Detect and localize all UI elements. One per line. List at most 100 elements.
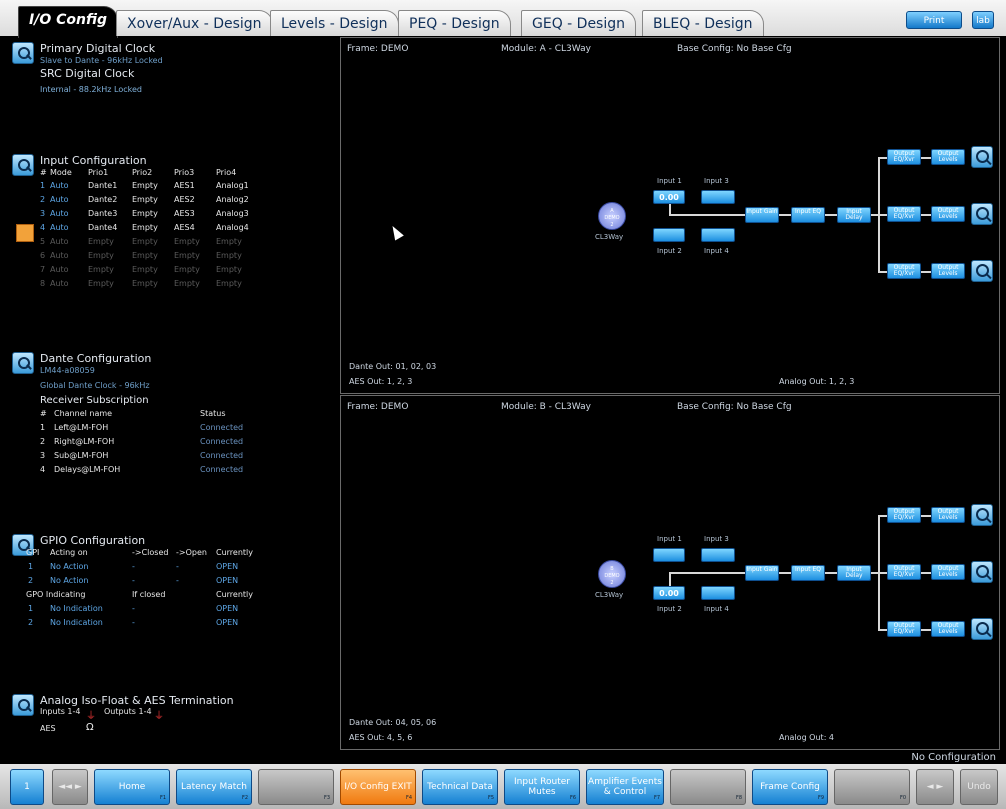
input-gain-block[interactable]: Input Gain — [745, 207, 779, 223]
output-zoom-icon[interactable] — [971, 618, 993, 640]
technical-data-button[interactable]: Technical Data F5 — [422, 769, 498, 805]
input-config-zoom-icon[interactable] — [12, 154, 34, 176]
inputs-ground-icon[interactable]: ⏚ — [86, 707, 96, 722]
input3-block[interactable] — [701, 190, 735, 204]
io-config-exit-button[interactable]: I/O Config EXIT F4 — [340, 769, 416, 805]
input-router-mutes-button[interactable]: Input Router Mutes F6 — [504, 769, 580, 805]
module-circle-text: DEMO — [604, 573, 620, 579]
input-config-cell: Dante4 — [88, 223, 118, 232]
analog-zoom-icon[interactable] — [12, 694, 34, 716]
output-eq-block[interactable]: Output EQ/Xvr — [887, 564, 921, 580]
f3-button[interactable]: F3 — [258, 769, 334, 805]
nav-arrows-button[interactable]: ◄◄ ► — [52, 769, 88, 805]
step-arrows-button[interactable]: ◄ ► — [916, 769, 954, 805]
input4-block[interactable] — [701, 586, 735, 600]
input-gain-block[interactable]: Input Gain — [745, 565, 779, 581]
input3-label: Input 3 — [704, 177, 729, 185]
gpi-cell: No Action — [50, 576, 89, 585]
output-eq-block[interactable]: Output EQ/Xvr — [887, 263, 921, 279]
module-panel-a[interactable]: Frame: DEMO Module: A - CL3Way Base Config… — [340, 37, 1000, 394]
output-eq-block[interactable]: Output EQ/Xvr — [887, 149, 921, 165]
output-levels-block[interactable]: Output Levels — [931, 621, 965, 637]
dante-zoom-icon[interactable] — [12, 352, 34, 374]
input-config-cell: Analog1 — [216, 181, 249, 190]
tab-geq-design[interactable]: GEQ - Design — [521, 10, 637, 36]
input-config-cell: Dante1 — [88, 181, 118, 190]
gpo-cell: 2 — [28, 618, 34, 627]
f8-button[interactable]: F8 — [670, 769, 746, 805]
input1-block[interactable] — [653, 548, 685, 562]
output-levels-block[interactable]: Output Levels — [931, 564, 965, 580]
tab-io-config[interactable]: I/O Config — [18, 6, 118, 38]
input-delay-block[interactable]: Input Delay — [837, 565, 871, 581]
button-label: Amplifier Events & Control — [588, 777, 662, 797]
clock-title: Primary Digital Clock — [40, 42, 156, 55]
dante-channel-cell: 2 — [40, 437, 46, 446]
dante-channel-cell: 4 — [40, 465, 46, 474]
input-config-selected-indicator[interactable] — [16, 224, 34, 242]
tab-peq-design[interactable]: PEQ - Design — [398, 10, 511, 36]
output-eq-block[interactable]: Output EQ/Xvr — [887, 507, 921, 523]
input-delay-block[interactable]: Input Delay — [837, 207, 871, 223]
module-type-caption: CL3Way — [595, 591, 624, 599]
output-levels-block[interactable]: Output Levels — [931, 149, 965, 165]
output-eq-block[interactable]: Output EQ/Xvr — [887, 206, 921, 222]
input-config-cell: Auto — [50, 195, 69, 204]
input4-label: Input 4 — [704, 605, 729, 613]
undo-button[interactable]: Undo — [960, 769, 998, 805]
gpi-cell: OPEN — [216, 576, 239, 585]
output-levels-block[interactable]: Output Levels — [931, 507, 965, 523]
gpo-cell: 1 — [28, 604, 34, 613]
input-config-cell: Empty — [216, 251, 242, 260]
output-zoom-icon[interactable] — [971, 260, 993, 282]
aes-termination-icon[interactable]: Ω — [86, 722, 94, 733]
outputs-ground-icon[interactable]: ⏚ — [154, 707, 164, 722]
input-config-cell: AES1 — [174, 181, 195, 190]
receiver-subscription-title: Receiver Subscription — [40, 395, 149, 406]
amplifier-events-control-button[interactable]: Amplifier Events & Control F7 — [586, 769, 664, 805]
f0-button[interactable]: F0 — [834, 769, 910, 805]
home-button[interactable]: Home F1 — [94, 769, 170, 805]
base-config-label: Base Config: No Base Cfg — [677, 44, 792, 54]
function-key-bar: 1 ◄◄ ► Home F1 Latency Match F2 F3 I/O Config E… — [0, 764, 1006, 809]
tab-bleq-design[interactable]: BLEQ - Design — [642, 10, 764, 36]
input4-block[interactable] — [701, 228, 735, 242]
button-label: Technical Data — [427, 782, 493, 792]
module-circle-icon[interactable]: A DEMO 2 — [598, 202, 626, 230]
print-button[interactable]: Print — [906, 11, 962, 29]
output-levels-block[interactable]: Output Levels — [931, 206, 965, 222]
lab-logo-button[interactable]: lab — [972, 11, 994, 29]
output-zoom-icon[interactable] — [971, 146, 993, 168]
output-zoom-icon[interactable] — [971, 504, 993, 526]
input2-block[interactable]: 0.00 — [653, 586, 685, 600]
output-eq-block[interactable]: Output EQ/Xvr — [887, 621, 921, 637]
input-eq-block[interactable]: Input EQ — [791, 565, 825, 581]
tab-levels-design[interactable]: Levels - Design — [270, 10, 399, 36]
input1-block[interactable]: 0.00 — [653, 190, 685, 204]
output-zoom-icon[interactable] — [971, 561, 993, 583]
module-panel-b[interactable]: Frame: DEMO Module: B - CL3Way Base Config… — [340, 395, 1000, 750]
module-type-caption: CL3Way — [595, 233, 624, 241]
latency-match-button[interactable]: Latency Match F2 — [176, 769, 252, 805]
output-levels-block[interactable]: Output Levels — [931, 263, 965, 279]
page-up-button[interactable]: 1 — [10, 769, 44, 805]
button-label: Undo — [967, 782, 991, 792]
signal-line — [669, 572, 671, 586]
input-eq-block[interactable]: Input EQ — [791, 207, 825, 223]
input-config-cell: Empty — [132, 279, 158, 288]
input-config-cell: 5 — [40, 237, 46, 246]
function-key-label: F6 — [569, 795, 576, 801]
signal-line — [669, 204, 671, 214]
module-circle-icon[interactable]: B DEMO 2 — [598, 560, 626, 588]
input2-block[interactable] — [653, 228, 685, 242]
input-config-cell: Dante3 — [88, 209, 118, 218]
frame-config-button[interactable]: Frame Config F9 — [752, 769, 828, 805]
dante-channel-cell: Connected — [200, 423, 244, 432]
clock-zoom-icon[interactable] — [12, 42, 34, 64]
input2-label: Input 2 — [657, 605, 682, 613]
gpi-cell: OPEN — [216, 562, 239, 571]
input3-block[interactable] — [701, 548, 735, 562]
tab-xover-aux-design[interactable]: Xover/Aux - Design — [116, 10, 273, 36]
input-config-cell: Dante2 — [88, 195, 118, 204]
output-zoom-icon[interactable] — [971, 203, 993, 225]
